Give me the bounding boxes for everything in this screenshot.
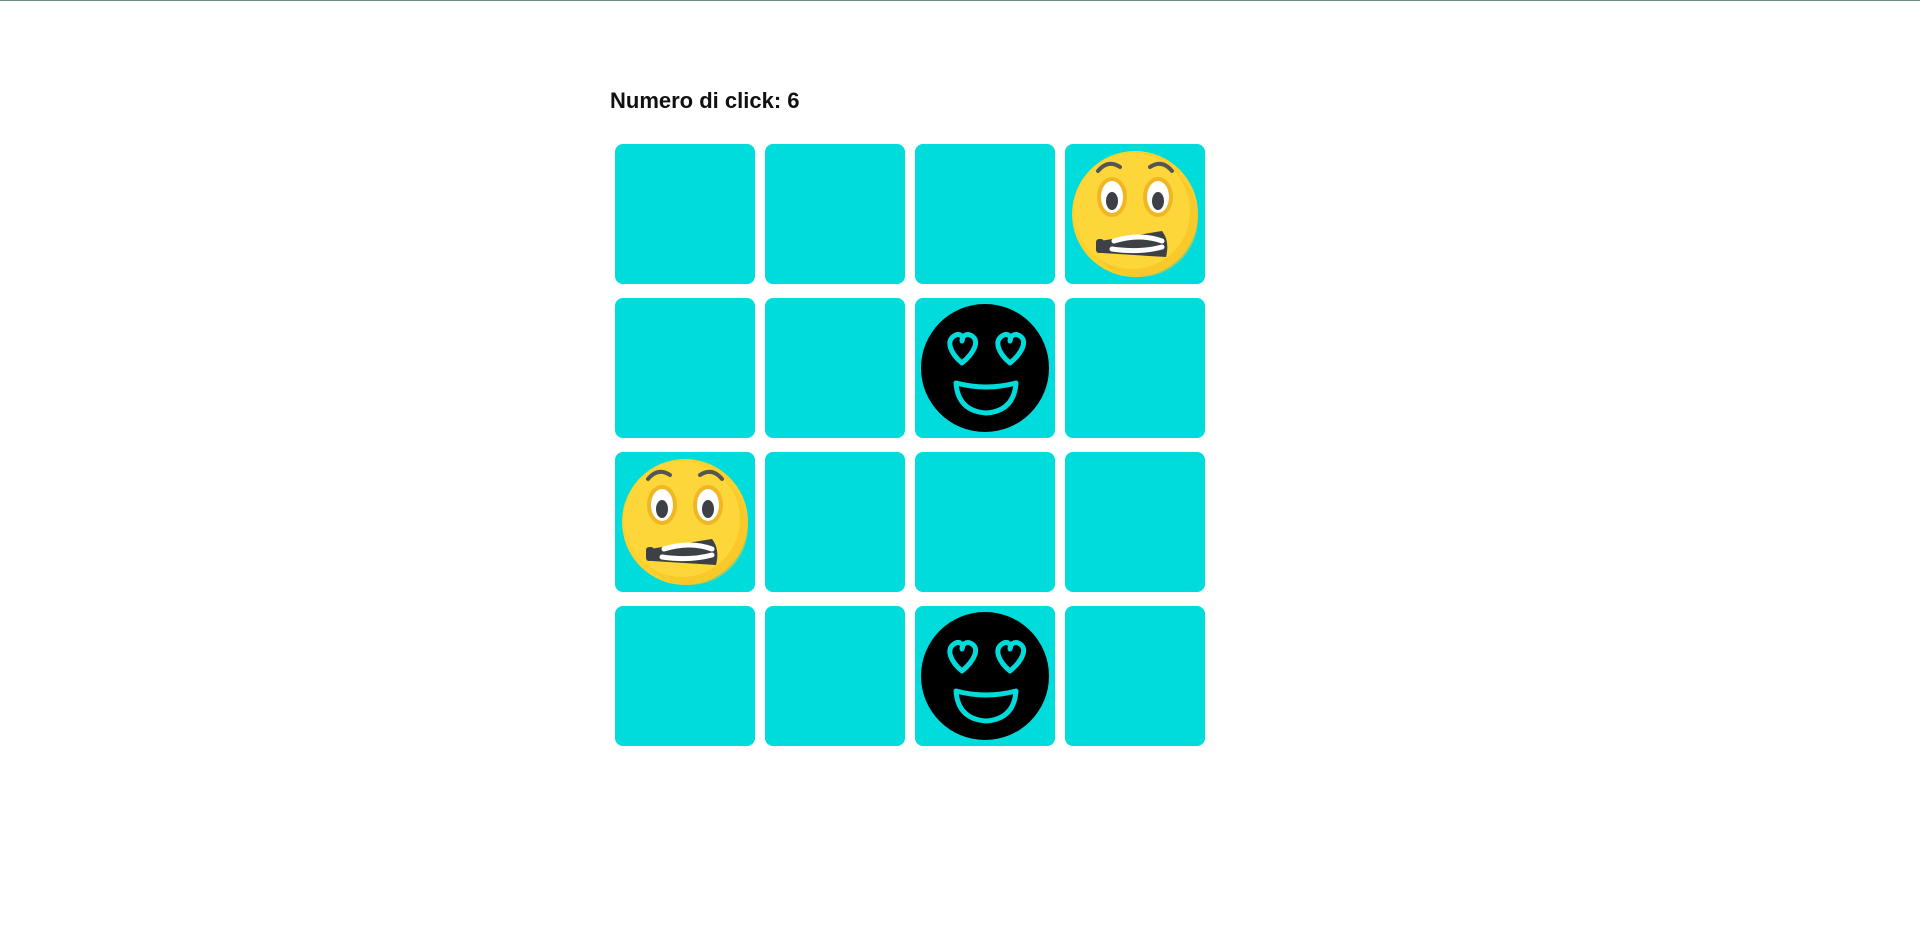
heart-eyes-face-icon: [920, 303, 1050, 433]
card-hidden[interactable]: [915, 452, 1055, 592]
card-hidden[interactable]: [615, 606, 755, 746]
card-hidden[interactable]: [1065, 452, 1205, 592]
grimacing-face-icon: [620, 457, 750, 587]
card-hidden[interactable]: [765, 452, 905, 592]
memory-game: Numero di click: 6: [610, 88, 1205, 746]
click-counter: Numero di click: 6: [610, 88, 800, 113]
card-hidden[interactable]: [615, 144, 755, 284]
card-hidden[interactable]: [1065, 606, 1205, 746]
card-revealed[interactable]: [1065, 144, 1205, 284]
grimacing-face-icon: [1070, 149, 1200, 279]
card-grid: [615, 144, 1207, 746]
card-hidden[interactable]: [1065, 298, 1205, 438]
card-hidden[interactable]: [765, 144, 905, 284]
card-hidden[interactable]: [615, 298, 755, 438]
card-revealed[interactable]: [915, 298, 1055, 438]
card-hidden[interactable]: [765, 606, 905, 746]
card-hidden[interactable]: [915, 144, 1055, 284]
card-revealed[interactable]: [615, 452, 755, 592]
top-border: [0, 0, 1920, 1]
card-revealed[interactable]: [915, 606, 1055, 746]
card-hidden[interactable]: [765, 298, 905, 438]
heart-eyes-face-icon: [920, 611, 1050, 741]
